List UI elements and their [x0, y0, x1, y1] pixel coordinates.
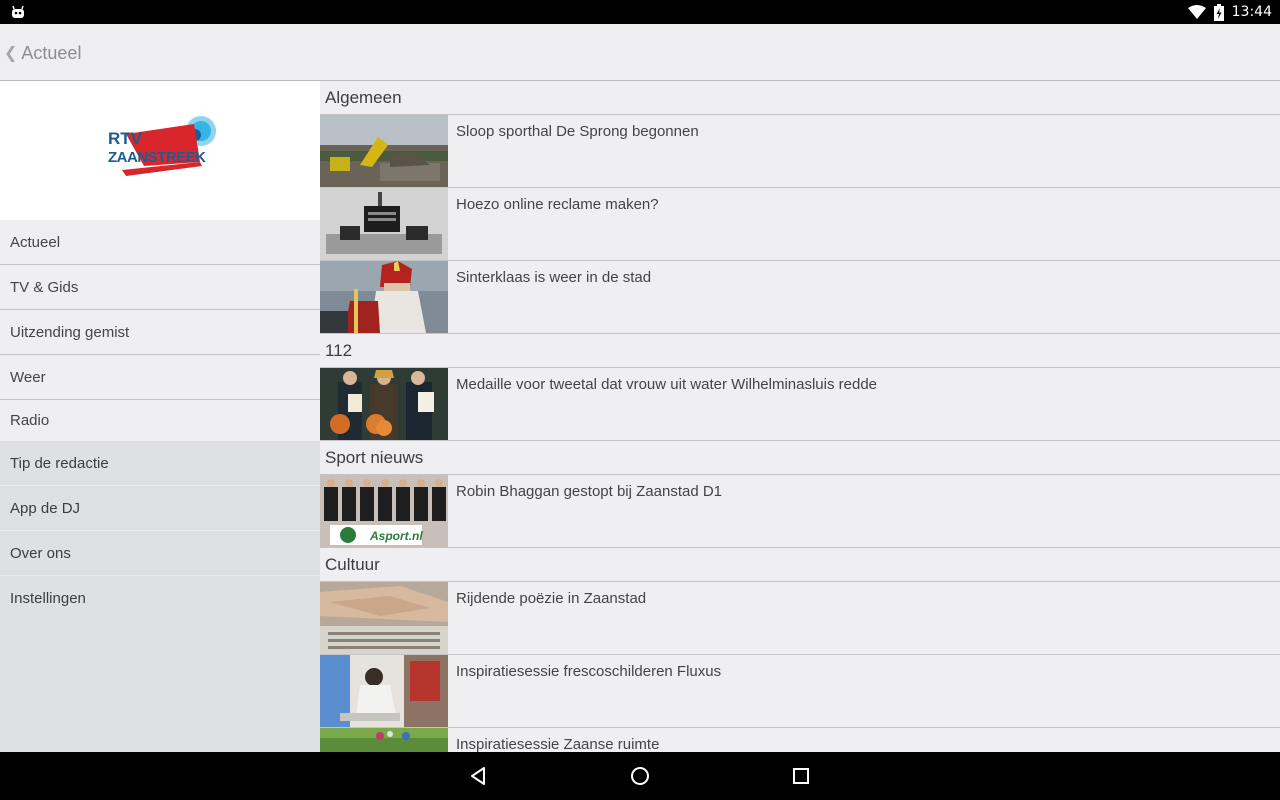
news-title: Sloop sporthal De Sprong begonnen [456, 123, 699, 140]
menu-item-label: TV & Gids [10, 278, 79, 296]
news-thumbnail [320, 582, 448, 654]
thumbnail-caption: Asport.nl [369, 529, 423, 543]
news-thumbnail [320, 115, 448, 187]
android-notification-icon [12, 5, 24, 18]
svg-text:ZAANSTREEK: ZAANSTREEK [108, 149, 206, 166]
section-title: Sport nieuws [325, 447, 424, 467]
menu-item-label: Uitzending gemist [10, 323, 130, 341]
section-header-sport-nieuws: Sport nieuws [320, 441, 1280, 475]
news-item[interactable]: Inspiratiesessie frescoschilderen Fluxus [320, 655, 1280, 728]
news-thumbnail [320, 728, 448, 752]
rtv-zaanstreek-logo: RTV ZAANSTREEK [108, 116, 216, 176]
menu-item-over-ons[interactable]: Over ons [0, 531, 320, 576]
news-list[interactable]: Algemeen Sloop sporthal De Sprong begonn… [320, 81, 1280, 752]
section-header-algemeen: Algemeen [320, 81, 1280, 115]
menu-item-weer[interactable]: Weer [0, 355, 320, 400]
action-bar-title: Actueel [21, 42, 82, 63]
news-title: Hoezo online reclame maken? [456, 196, 659, 213]
news-title: Inspiratiesessie Zaanse ruimte [456, 736, 660, 752]
menu-item-label: Instellingen [10, 590, 86, 607]
news-item[interactable]: Rijdende poëzie in Zaanstad [320, 582, 1280, 655]
news-title: Inspiratiesessie frescoschilderen Fluxus [456, 663, 722, 680]
logo-area: RTV ZAANSTREEK [0, 81, 320, 220]
menu-item-label: Weer [10, 368, 46, 386]
section-title: Algemeen [325, 87, 402, 107]
wifi-icon [1187, 5, 1206, 19]
news-thumbnail [320, 368, 448, 440]
menu-item-radio[interactable]: Radio [0, 400, 320, 441]
news-item[interactable]: Sloop sporthal De Sprong begonnen [320, 115, 1280, 188]
menu-item-uitzending-gemist[interactable]: Uitzending gemist [0, 310, 320, 355]
battery-icon [1213, 3, 1224, 21]
news-item[interactable]: Asport.nl Robin Bhaggan gestopt bij Zaan… [320, 475, 1280, 548]
menu-item-label: Over ons [10, 544, 71, 562]
news-item[interactable]: Medaille voor tweetal dat vrouw uit wate… [320, 368, 1280, 441]
news-item[interactable]: Inspiratiesessie Zaanse ruimte [320, 728, 1280, 752]
menu-item-label: App de DJ [10, 499, 81, 517]
news-thumbnail [320, 261, 448, 333]
system-navigation-bar [0, 752, 1280, 800]
menu-item-app-de-dj[interactable]: App de DJ [0, 486, 320, 531]
news-thumbnail [320, 655, 448, 727]
menu-item-actueel[interactable]: Actueel [0, 220, 320, 265]
back-button[interactable]: ❮ Actueel [4, 40, 81, 66]
clock-text: 13:44 [1231, 4, 1272, 20]
section-header-cultuur: Cultuur [320, 548, 1280, 582]
status-bar: 13:44 [0, 0, 1280, 24]
news-title: Robin Bhaggan gestopt bij Zaanstad D1 [456, 483, 723, 500]
news-thumbnail: Asport.nl [320, 475, 448, 547]
menu-item-label: Actueel [10, 233, 61, 251]
news-title: Rijdende poëzie in Zaanstad [456, 590, 647, 607]
news-title: Medaille voor tweetal dat vrouw uit wate… [456, 376, 878, 393]
section-header-112: 112 [320, 334, 1280, 368]
recents-icon[interactable] [789, 764, 813, 788]
navigation-drawer: RTV ZAANSTREEK Actueel TV & Gids Uitzend… [0, 81, 320, 752]
news-item[interactable]: Hoezo online reclame maken? [320, 188, 1280, 261]
news-title: Sinterklaas is weer in de stad [456, 269, 652, 286]
home-icon[interactable] [628, 764, 652, 788]
news-item[interactable]: Sinterklaas is weer in de stad [320, 261, 1280, 334]
menu-item-tip-de-redactie[interactable]: Tip de redactie [0, 441, 320, 486]
menu-item-tv-gids[interactable]: TV & Gids [0, 265, 320, 310]
svg-text:RTV: RTV [108, 129, 143, 148]
action-bar: ❮ Actueel [0, 24, 1280, 81]
menu-item-label: Tip de redactie [10, 454, 109, 472]
back-icon[interactable] [466, 764, 490, 788]
section-title: Cultuur [325, 554, 380, 574]
menu-item-instellingen[interactable]: Instellingen [0, 576, 320, 621]
menu-item-label: Radio [10, 412, 50, 429]
chevron-left-icon: ❮ [4, 45, 18, 62]
news-thumbnail [320, 188, 448, 260]
section-title: 112 [325, 340, 353, 360]
